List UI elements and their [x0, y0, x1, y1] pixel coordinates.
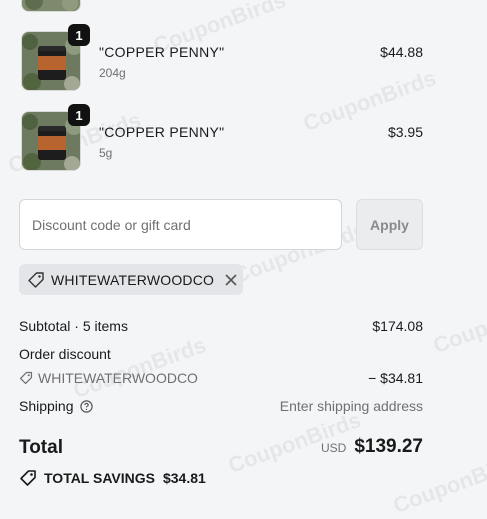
currency-code: USD [320, 441, 347, 455]
tag-icon [27, 271, 45, 289]
watermark: CouponBirds [429, 286, 487, 359]
shipping-row: Shipping [19, 398, 93, 414]
quantity-badge: 1 [68, 104, 90, 126]
shipping-value: Enter shipping address [279, 398, 423, 414]
help-icon[interactable] [79, 399, 93, 413]
item-price: $44.88 [380, 44, 423, 60]
subtotal-value: $174.08 [372, 318, 423, 334]
tag-icon [19, 371, 33, 385]
order-discount-code-row: WHITEWATERWOODCO [19, 370, 198, 386]
total-savings-label: TOTAL SAVINGS [44, 470, 155, 486]
product-thumbnail [21, 0, 81, 12]
close-icon[interactable] [224, 273, 238, 287]
item-name: "COPPER PENNY" [99, 44, 225, 60]
item-variant: 204g [99, 66, 126, 80]
total-label: Total [19, 437, 63, 458]
tag-icon [19, 469, 37, 487]
discount-value: − $34.81 [368, 370, 423, 386]
item-price: $3.95 [387, 124, 423, 140]
watermark: CouponBirds [69, 331, 210, 404]
order-discount-label: Order discount [19, 346, 111, 362]
subtotal-label: Subtotal · 5 items [19, 318, 128, 334]
applied-discount-code: WHITEWATERWOODCO [51, 271, 215, 288]
total-savings-value: $34.81 [162, 470, 206, 486]
discount-code-input[interactable] [19, 199, 342, 250]
order-discount-code: WHITEWATERWOODCO [38, 370, 198, 386]
total-value: $139.27 [354, 436, 423, 457]
item-name: "COPPER PENNY" [99, 124, 225, 140]
apply-discount-button[interactable]: Apply [356, 199, 423, 250]
shipping-label: Shipping [19, 398, 74, 414]
total-savings-row: TOTAL SAVINGS $34.81 [19, 469, 206, 487]
applied-discount-chip: WHITEWATERWOODCO [19, 264, 243, 295]
item-variant: 5g [99, 146, 113, 160]
total-row: USD $139.27 [321, 436, 423, 458]
quantity-badge: 1 [68, 24, 90, 46]
